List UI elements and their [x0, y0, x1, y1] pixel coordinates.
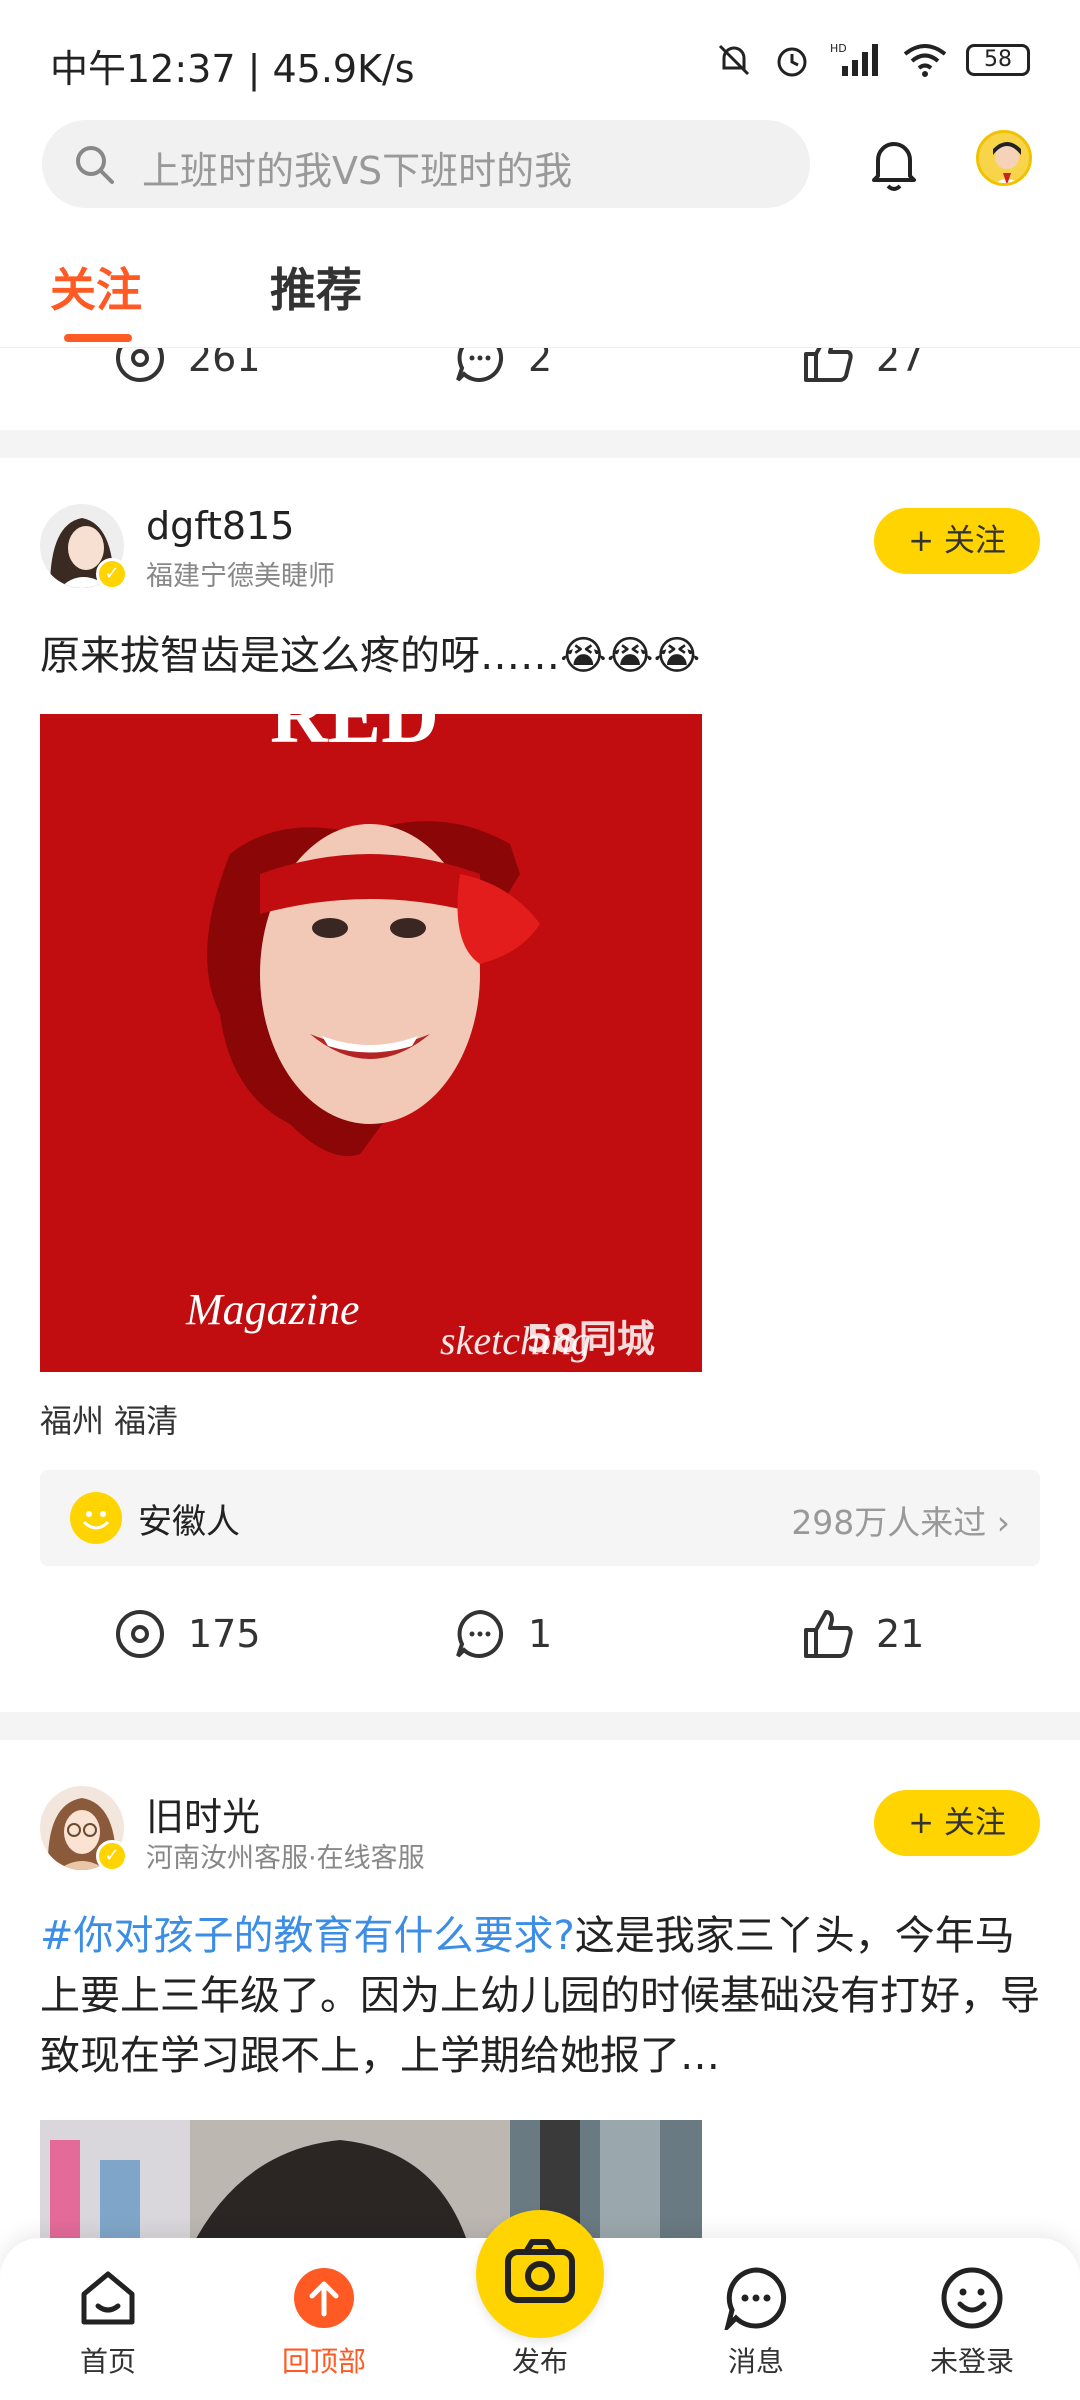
- follow-button[interactable]: + 关注: [874, 508, 1040, 574]
- topic-name: 安徽人: [138, 1502, 240, 1542]
- divider: [0, 1712, 1080, 1740]
- battery-level: 58: [984, 47, 1012, 72]
- post-text[interactable]: #你对孩子的教育有什么要求?这是我家三丫头，今年马上要上三年级了。因为上幼儿园的…: [40, 1906, 1040, 2086]
- wifi-icon: [903, 44, 947, 77]
- thumbs-up-icon: [804, 1610, 853, 1658]
- watermark: 58同城: [526, 1317, 655, 1361]
- nav-back-to-top[interactable]: 回顶部: [254, 2266, 394, 2380]
- battery-icon: 58: [966, 44, 1030, 76]
- nav-publish-label[interactable]: 发布: [476, 2340, 604, 2380]
- follow-button[interactable]: + 关注: [874, 1790, 1040, 1856]
- post-location: 福州 福清: [40, 1402, 179, 1440]
- search-icon: [76, 146, 114, 184]
- alarm-icon: [777, 47, 807, 77]
- user-subtitle: 河南汝州客服·在线客服: [146, 1843, 425, 1874]
- photo-caption: Magazine: [185, 1285, 360, 1334]
- arrow-up-icon: [294, 2268, 354, 2328]
- bell-icon[interactable]: [866, 134, 922, 194]
- username[interactable]: 旧时光: [146, 1786, 260, 1841]
- camera-icon: [505, 2239, 575, 2303]
- signal-icon: HD: [830, 42, 878, 76]
- nav-messages[interactable]: 消息: [686, 2266, 826, 2380]
- post-stats: 175 1 21: [0, 1596, 1080, 1676]
- search-placeholder: 上班时的我VS下班时的我: [142, 149, 573, 193]
- nav-profile-label: 未登录: [929, 2345, 1014, 2378]
- likes-count: 21: [876, 1612, 925, 1656]
- likes-stat[interactable]: 21: [802, 1608, 924, 1660]
- nav-home-label: 首页: [79, 2345, 136, 2378]
- comments-count: 1: [528, 1612, 553, 1656]
- verified-icon: ✓: [96, 1840, 128, 1872]
- search-row: 上班时的我VS下班时的我: [0, 120, 1080, 216]
- home-icon: [81, 2271, 135, 2325]
- user-subtitle: 福建宁德美睫师: [146, 561, 335, 592]
- avatar[interactable]: [976, 130, 1032, 186]
- smile-icon: [941, 2267, 1003, 2329]
- comment-icon: [456, 1609, 504, 1658]
- status-time-speed: 中午12:37 | 45.9K/s: [50, 47, 415, 91]
- avatar-icon: [993, 142, 1021, 183]
- post-text[interactable]: 原来拔智齿是这么疼的呀……😭😭😭: [40, 626, 1040, 686]
- views-stat[interactable]: 175: [114, 1608, 261, 1660]
- tab-following[interactable]: 关注: [50, 254, 142, 320]
- feed-tabs: 关注 推荐: [0, 240, 1080, 348]
- nav-back-to-top-label: 回顶部: [281, 2345, 366, 2378]
- photo-title: RED: [270, 714, 439, 760]
- message-icon: [723, 2267, 787, 2335]
- hashtag-link[interactable]: #你对孩子的教育有什么要求?: [40, 1913, 575, 1959]
- topic-count: 298万人来过 ›: [791, 1503, 1010, 1542]
- mute-icon: [718, 44, 750, 76]
- nav-messages-label: 消息: [727, 2345, 784, 2378]
- photo-illustration: RED Magazine sketching 58同城: [40, 714, 702, 1372]
- post-user-header: ✓ dgft815 福建宁德美睫师 + 关注: [40, 504, 1040, 594]
- svg-text:HD: HD: [830, 42, 847, 55]
- topic-card[interactable]: 安徽人 298万人来过 ›: [40, 1470, 1040, 1566]
- search-bar[interactable]: 上班时的我VS下班时的我: [42, 120, 810, 208]
- tab-recommend[interactable]: 推荐: [270, 254, 362, 320]
- views-count: 175: [188, 1612, 261, 1656]
- publish-button[interactable]: [476, 2210, 604, 2338]
- nav-home[interactable]: 首页: [38, 2266, 178, 2380]
- nav-profile[interactable]: 未登录: [902, 2266, 1042, 2380]
- post-user-header: ✓ 旧时光 河南汝州客服·在线客服 + 关注: [40, 1786, 1040, 1876]
- eye-icon: [116, 1610, 164, 1658]
- username[interactable]: dgft815: [146, 504, 294, 548]
- post-photo[interactable]: RED Magazine sketching 58同城: [40, 714, 702, 1372]
- comments-stat[interactable]: 1: [454, 1608, 552, 1660]
- smile-icon: [70, 1492, 122, 1544]
- tab-underline: [64, 334, 132, 342]
- divider: [0, 430, 1080, 458]
- verified-icon: ✓: [96, 558, 128, 590]
- status-bar: 中午12:37 | 45.9K/s HD 58: [0, 0, 1080, 120]
